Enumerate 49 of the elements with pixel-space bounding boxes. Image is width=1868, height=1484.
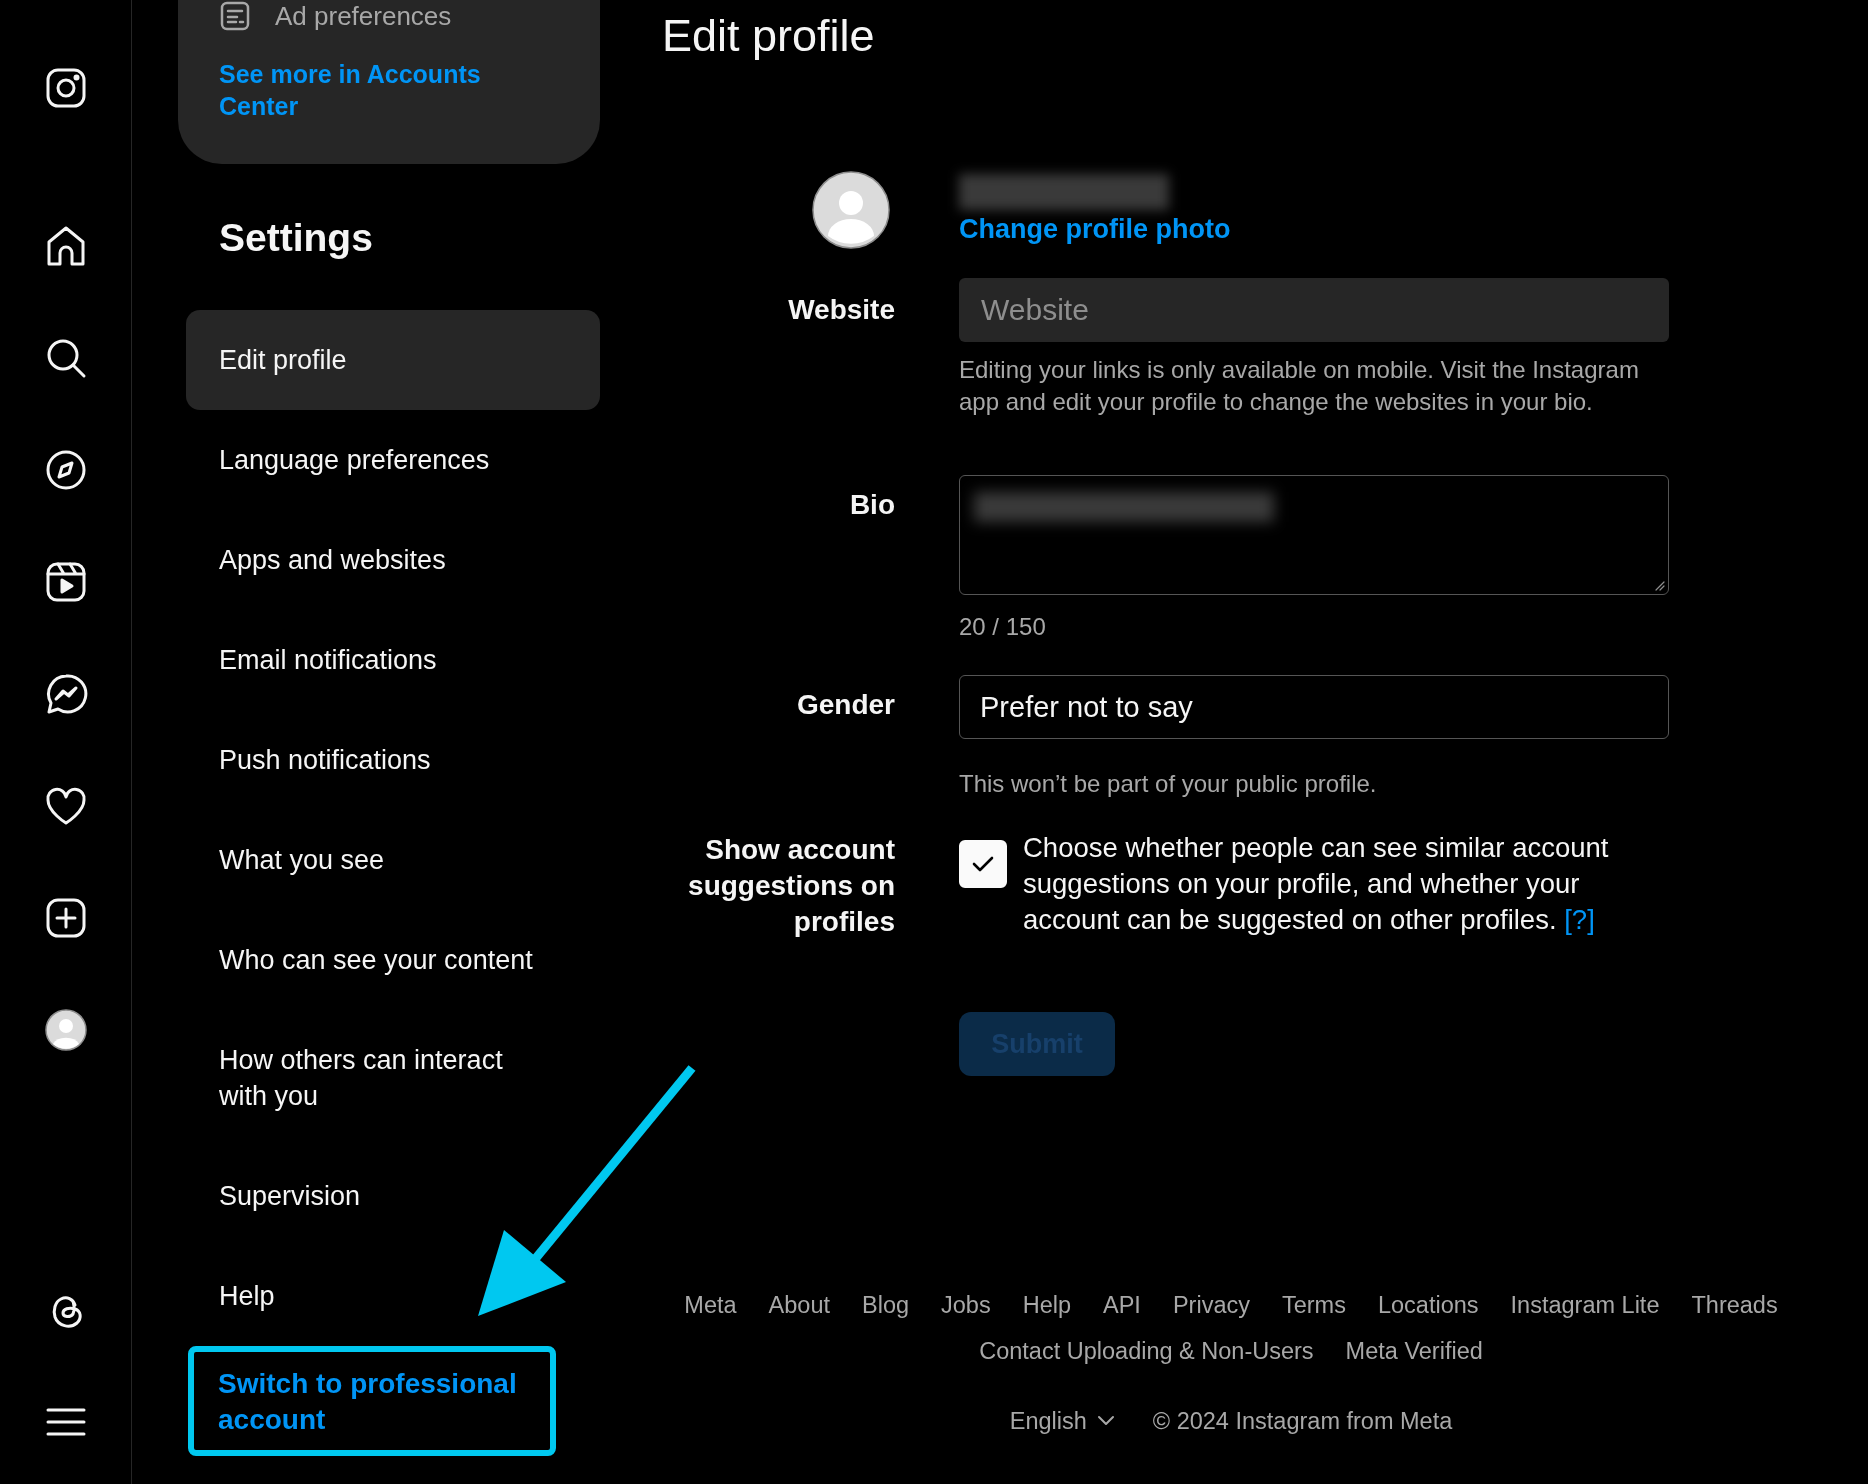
settings-item[interactable]: Edit profile — [186, 310, 600, 410]
professional-account-link[interactable]: Switch to professional account — [188, 1346, 556, 1456]
settings-heading: Settings — [219, 215, 374, 261]
field-label: Gender — [795, 688, 895, 722]
footer-link[interactable]: Meta — [684, 1291, 737, 1319]
settings-item[interactable]: Who can see your content — [186, 910, 600, 1010]
settings-item[interactable]: Supervision — [186, 1146, 600, 1246]
help-text: Editing your links is only available on mobile. Visit the Instagram app and edit your profile to change the websites in your bio. — [959, 355, 1640, 417]
settings-item[interactable]: Email notifications — [186, 610, 600, 710]
settings-item[interactable]: Language preferences — [186, 410, 600, 510]
settings-item[interactable]: How others can interact with you — [186, 1010, 600, 1146]
bio-field[interactable] — [959, 475, 1669, 595]
footer-link[interactable]: Help — [1022, 1291, 1071, 1319]
field-label: Bio — [848, 488, 895, 522]
resize-handle-icon[interactable] — [1655, 581, 1665, 591]
change-photo-link[interactable]: Change profile photo — [959, 212, 1669, 246]
footer-link[interactable]: Instagram Lite — [1510, 1291, 1660, 1319]
chevron-down-icon — [1096, 1415, 1115, 1427]
avatar-icon[interactable] — [43, 1008, 88, 1052]
ad-icon[interactable] — [219, 0, 251, 32]
field-label: Show account suggestions on profiles — [687, 833, 895, 939]
footer-link[interactable]: Locations — [1377, 1291, 1479, 1319]
footer-link[interactable]: Jobs — [941, 1291, 991, 1319]
settings-item[interactable]: Apps and websites — [186, 510, 600, 610]
field-label: Website — [787, 293, 895, 327]
character-count: 20 / 150 — [959, 612, 1047, 642]
footer-link[interactable]: API — [1103, 1291, 1141, 1319]
footer-link[interactable]: About — [768, 1291, 830, 1319]
checkmark-icon — [971, 855, 995, 873]
footer-link[interactable]: Terms — [1281, 1291, 1346, 1319]
settings-item[interactable]: Help — [186, 1246, 600, 1346]
copyright-text: © 2024 Instagram from Meta — [1152, 1407, 1453, 1435]
settings-item[interactable]: What you see — [186, 810, 600, 910]
settings-item[interactable]: Push notifications — [186, 710, 600, 810]
checkbox[interactable] — [959, 840, 1007, 888]
page-title: Edit profile — [662, 10, 876, 62]
help-text: This won’t be part of your public profile. — [959, 769, 1378, 799]
language-selector[interactable]: English — [1009, 1407, 1115, 1435]
menu-item[interactable]: Ad preferences — [275, 0, 452, 32]
suggestions-description: Choose whether people can see similar account suggestions on your profile, and whether your account can be suggested on other profiles. [?] — [1023, 831, 1610, 937]
footer-link[interactable]: Threads — [1691, 1291, 1778, 1319]
gender-field[interactable]: Prefer not to say — [959, 675, 1669, 739]
avatar-icon[interactable] — [811, 170, 891, 250]
accounts-center-link[interactable]: See more in Accounts Center — [219, 58, 560, 122]
help-link[interactable]: [?] — [1564, 904, 1595, 935]
footer-link[interactable]: Privacy — [1172, 1291, 1250, 1319]
footer-link[interactable]: Contact Uploading & Non-Users — [979, 1337, 1314, 1365]
footer-link[interactable]: Blog — [862, 1291, 910, 1319]
footer-link[interactable]: Meta Verified — [1345, 1337, 1483, 1365]
